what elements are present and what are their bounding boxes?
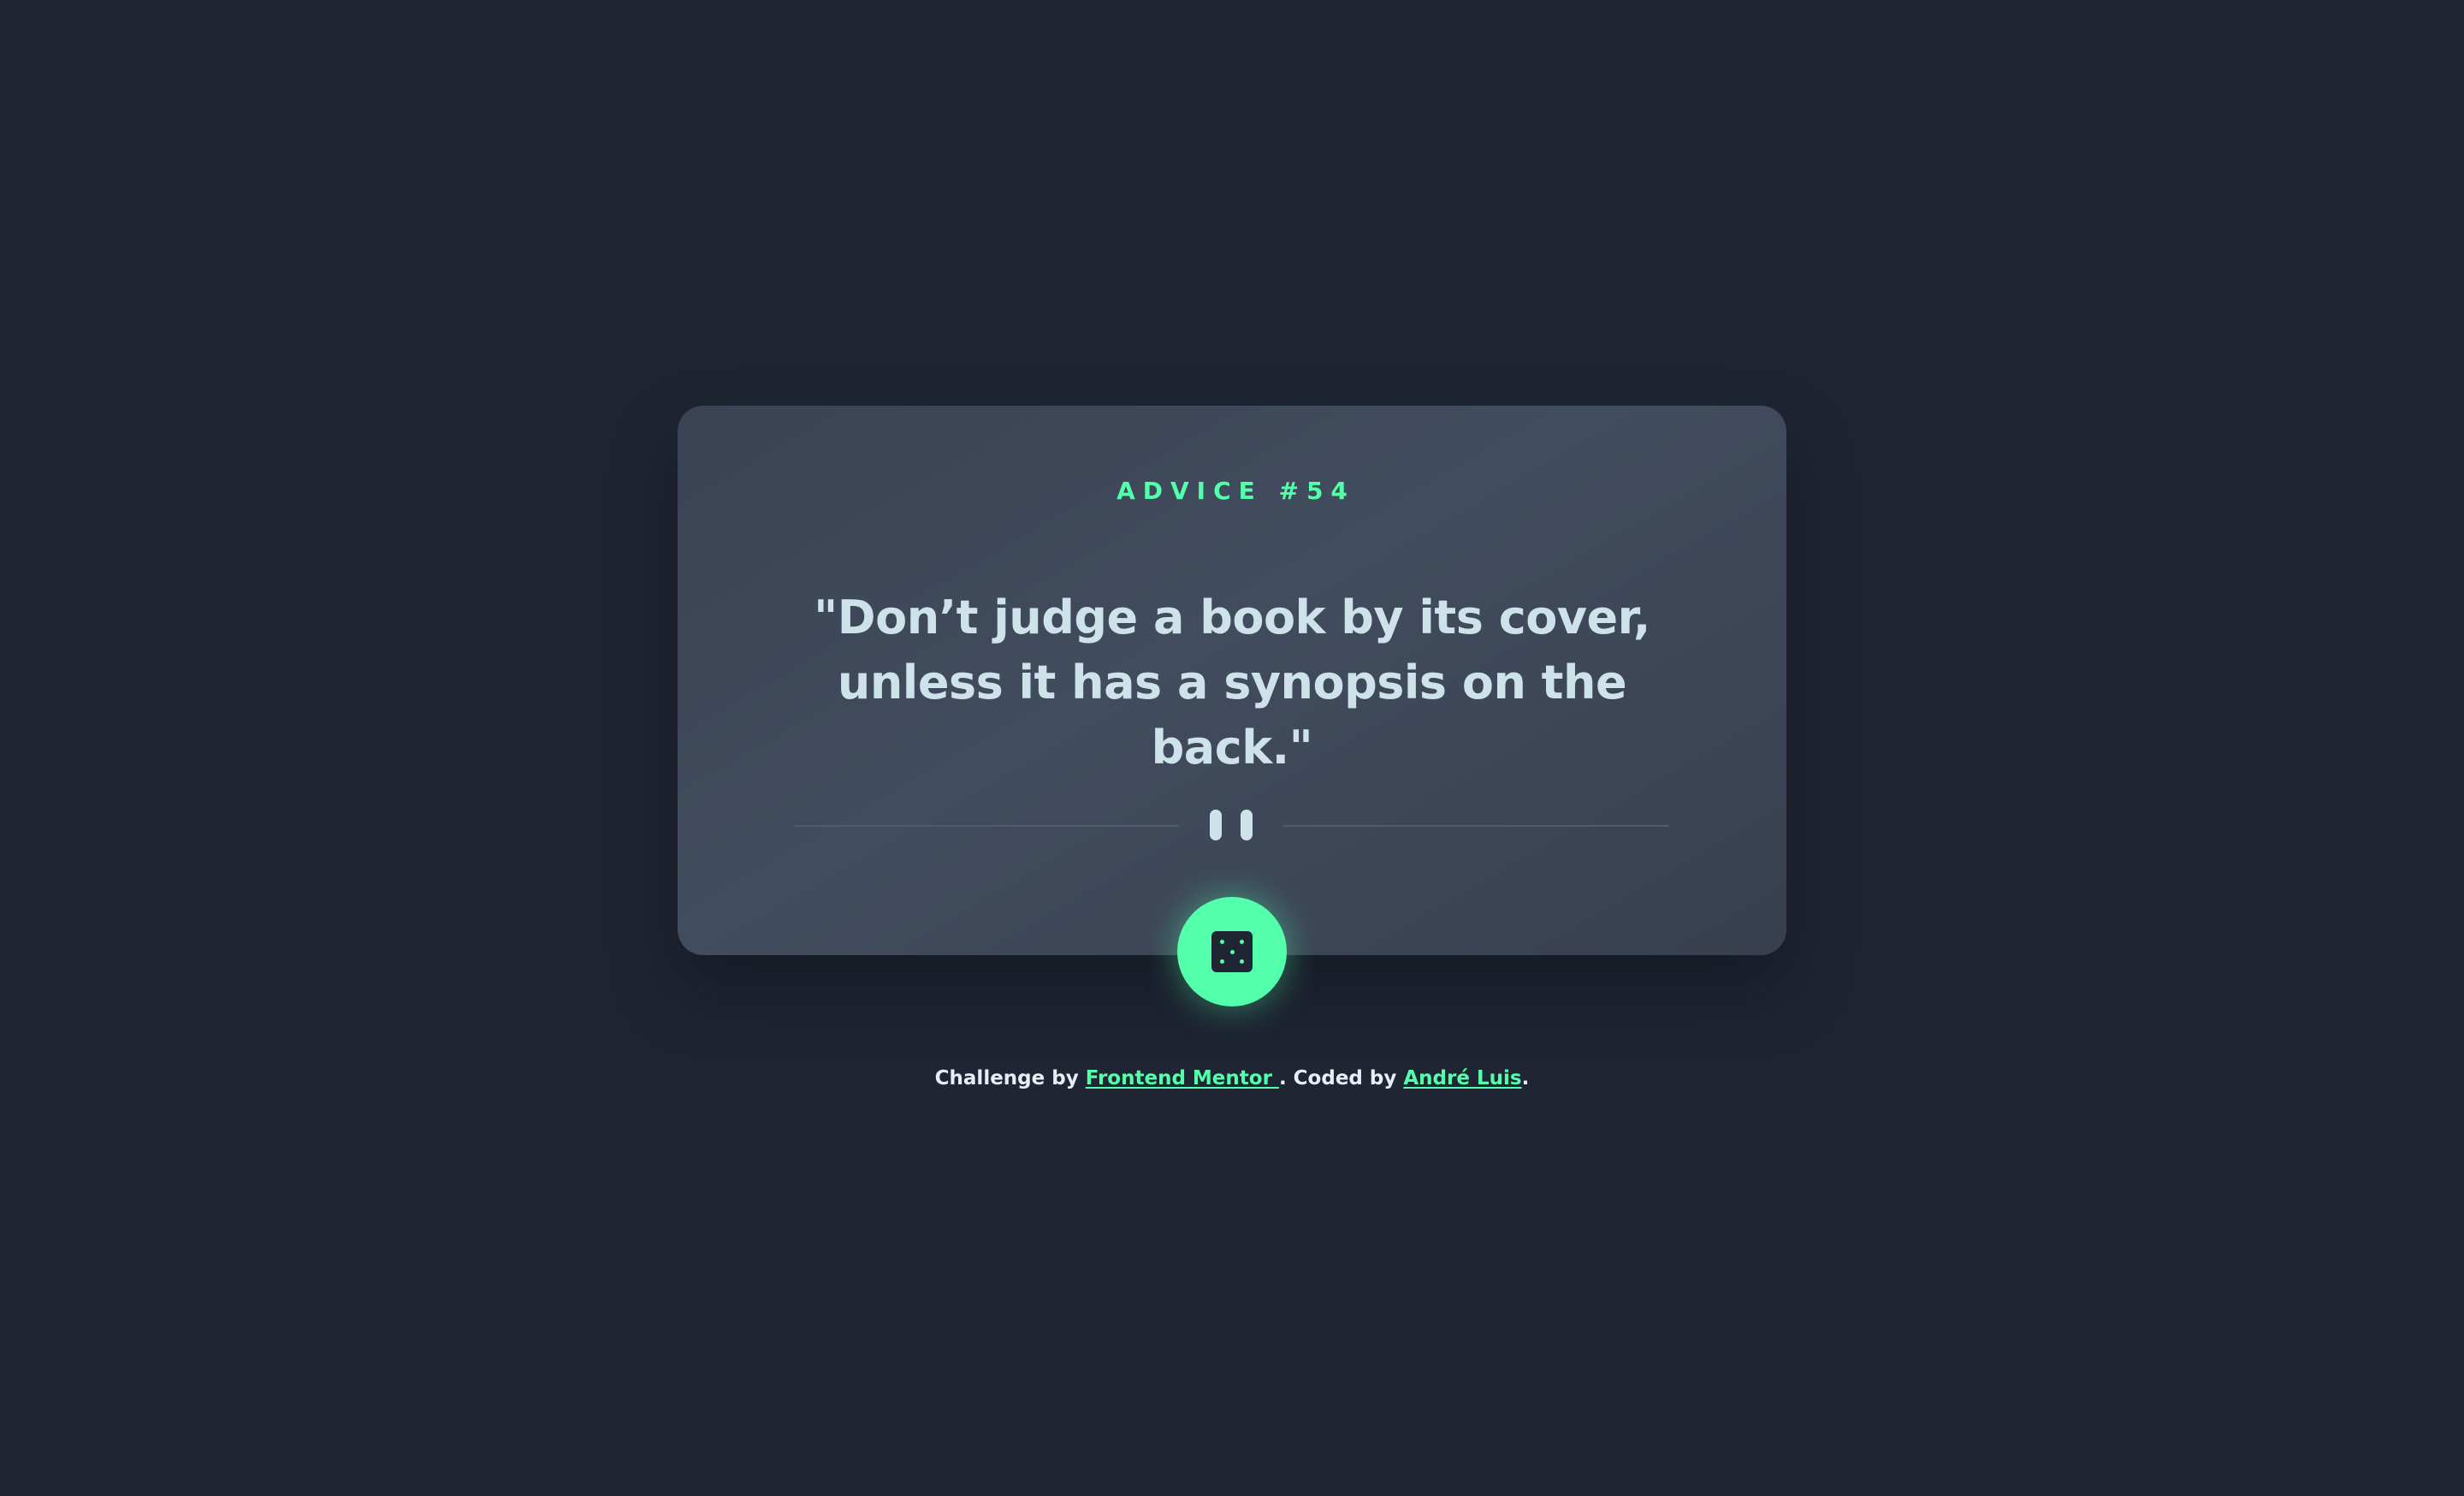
dice-icon [1211, 931, 1253, 972]
footer-middle: . Coded by [1278, 1067, 1404, 1089]
new-advice-button[interactable] [1177, 897, 1287, 1006]
dice-dot [1229, 949, 1235, 954]
advice-quote: "Don’t judge a book by its cover, unless… [814, 591, 1650, 775]
dice-dot [1220, 940, 1224, 944]
attribution-footer: Challenge by Frontend Mentor . Coded by … [0, 1063, 2464, 1094]
author-link[interactable]: André Luis [1403, 1067, 1521, 1089]
pause-bar-left [1210, 810, 1222, 840]
footer-suffix: . [1521, 1067, 1530, 1089]
frontend-mentor-link[interactable]: Frontend Mentor [1086, 1067, 1279, 1089]
divider-line-left [794, 825, 1179, 827]
dice-dot [1240, 940, 1244, 944]
pause-bar-right [1241, 810, 1253, 840]
dice-dot [1220, 959, 1224, 964]
footer-prefix: Challenge by [934, 1067, 1086, 1089]
divider-line-right [1283, 825, 1668, 827]
pause-icon [1210, 810, 1253, 840]
advice-id-label: ADVICE #54 [1116, 477, 1355, 505]
dice-dot [1240, 959, 1244, 964]
